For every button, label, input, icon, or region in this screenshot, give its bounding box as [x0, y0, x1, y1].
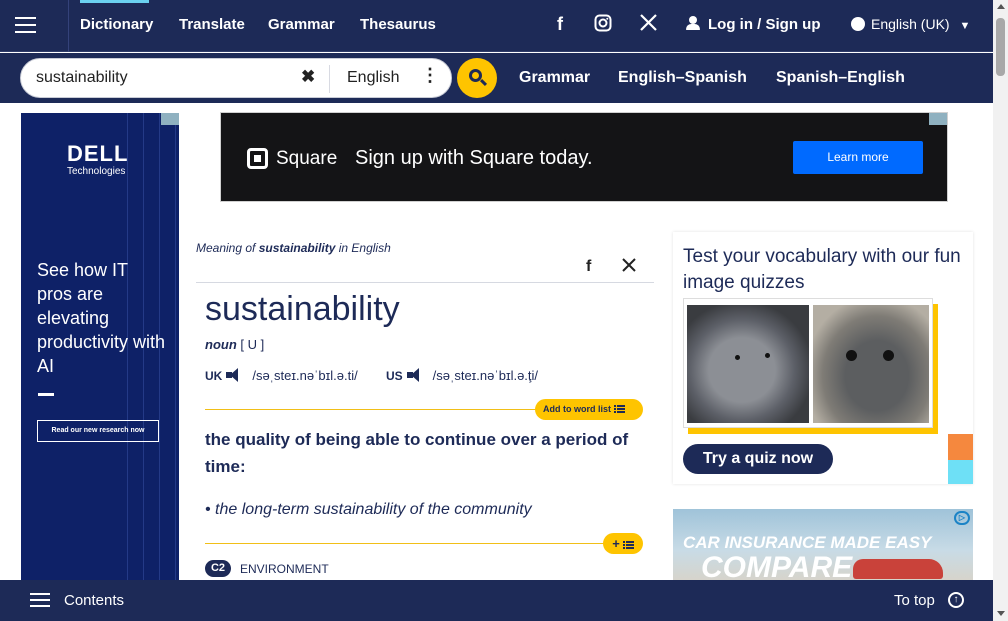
topic-label[interactable]: ENVIRONMENT [240, 562, 329, 576]
list-icon [622, 541, 634, 549]
learn-more-button[interactable]: Learn more [793, 141, 923, 174]
quicklink-english-spanish[interactable]: English–Spanish [618, 69, 747, 87]
nav-grammar[interactable]: Grammar [268, 16, 335, 33]
menu-icon[interactable] [0, 0, 69, 52]
divider [329, 65, 330, 93]
side-tab-orange[interactable] [948, 434, 973, 460]
left-ad[interactable]: DELL Technologies See how IT pros are el… [21, 113, 179, 581]
uk-pronunciation: UK/səˌsteɪ.nəˈbɪl.ə.ti/ [205, 368, 358, 383]
more-options-icon[interactable]: ⋮ [421, 65, 439, 86]
ad-headline: CAR INSURANCE MADE EASY [683, 533, 932, 552]
user-icon [686, 16, 700, 30]
scroll-thumb[interactable] [996, 18, 1005, 76]
contents-link[interactable]: Contents [64, 592, 124, 609]
ad-brand-logo: DELL [67, 141, 129, 166]
contents-icon[interactable] [30, 593, 50, 607]
seal-image [813, 305, 929, 423]
to-top-link[interactable]: To top [894, 592, 935, 609]
top-ad[interactable]: Square Sign up with Square today. Learn … [220, 112, 948, 202]
us-pronunciation: US/səˌsteɪ.nəˈbɪl.ə.ţi/ [386, 368, 539, 383]
audio-uk-icon[interactable] [226, 368, 244, 382]
quicklink-grammar[interactable]: Grammar [519, 69, 590, 87]
adchoices-icon[interactable]: ▷ [954, 511, 970, 525]
scroll-down-icon[interactable] [997, 611, 1005, 616]
nav-thesaurus[interactable]: Thesaurus [360, 16, 436, 33]
definition: the quality of being able to continue ov… [205, 430, 629, 476]
search-input[interactable] [36, 68, 296, 88]
divider [196, 282, 654, 283]
car-insurance-ad[interactable]: CAR INSURANCE MADE EASY COMPARE ▷ [673, 509, 973, 584]
quiz-image[interactable] [683, 298, 933, 428]
uk-ipa: /səˌsteɪ.nəˈbɪl.ə.ti/ [252, 368, 358, 383]
arrow-up-icon[interactable]: ↑ [948, 592, 964, 608]
instagram-icon[interactable] [591, 14, 615, 37]
search-bar: ✖ English ⋮ Grammar English–Spanish Span… [0, 53, 993, 103]
page: Dictionary Translate Grammar Thesaurus f… [0, 0, 1008, 621]
example-sentence: • the long-term sustainability of the co… [205, 501, 532, 518]
add-to-word-list-button[interactable]: Add to word list [535, 399, 643, 420]
quiz-card: Test your vocabulary with our fun image … [673, 232, 973, 484]
list-icon [614, 405, 625, 413]
headword: sustainability [205, 290, 400, 328]
clear-icon[interactable]: ✖ [301, 67, 315, 87]
chevron-down-icon: ▼ [959, 20, 971, 32]
ad-divider [38, 393, 54, 396]
language-label: English (UK) [871, 16, 950, 32]
share-x-icon[interactable] [622, 258, 636, 277]
nav-dictionary[interactable]: Dictionary [80, 16, 153, 33]
share-facebook-icon[interactable]: f [586, 258, 591, 276]
active-tab-indicator [80, 0, 149, 3]
grammar-code: [ U ] [240, 337, 265, 352]
ad-cta-button[interactable]: Read our new research now [37, 420, 159, 442]
adchoices-icon[interactable] [161, 113, 179, 125]
car-image [853, 559, 943, 579]
try-quiz-button[interactable]: Try a quiz now [683, 444, 833, 474]
ad-brand: Square [276, 148, 338, 169]
scroll-up-icon[interactable] [997, 4, 1005, 9]
nav-translate[interactable]: Translate [179, 16, 245, 33]
facebook-icon[interactable]: f [548, 14, 572, 35]
divider [205, 409, 540, 410]
quiz-title: Test your vocabulary with our fun image … [683, 246, 961, 293]
ad-brand-sub: Technologies [67, 166, 126, 177]
adchoices-icon[interactable] [929, 113, 947, 125]
part-of-speech: noun [ U ] [205, 337, 265, 352]
square-logo-icon [247, 148, 268, 169]
level-badge: C2 [205, 560, 231, 577]
audio-us-icon[interactable] [406, 368, 425, 382]
top-navigation: Dictionary Translate Grammar Thesaurus f… [0, 0, 993, 52]
side-tab-cyan[interactable] [948, 460, 973, 484]
search-button[interactable] [457, 58, 497, 98]
ad-headline: Sign up with Square today. [355, 147, 593, 169]
scrollbar[interactable] [993, 0, 1008, 621]
login-link[interactable]: Log in / Sign up [686, 16, 820, 33]
hippo-image [687, 305, 809, 423]
dictionary-select[interactable]: English [347, 69, 399, 87]
bottom-bar: Contents To top ↑ [0, 580, 993, 621]
language-selector[interactable]: English (UK) ▼ [851, 16, 970, 32]
globe-icon [851, 17, 865, 31]
x-icon[interactable] [636, 14, 660, 36]
meaning-of-heading: Meaning of sustainability in English [196, 241, 391, 255]
ad-headline: See how IT pros are elevating productivi… [37, 260, 166, 376]
search-box: ✖ English ⋮ [20, 58, 452, 98]
us-ipa: /səˌsteɪ.nəˈbɪl.ə.ţi/ [432, 368, 539, 383]
add-example-button[interactable]: + [603, 533, 643, 554]
divider [205, 543, 610, 544]
login-label: Log in / Sign up [708, 16, 821, 33]
quicklink-spanish-english[interactable]: Spanish–English [776, 69, 905, 87]
